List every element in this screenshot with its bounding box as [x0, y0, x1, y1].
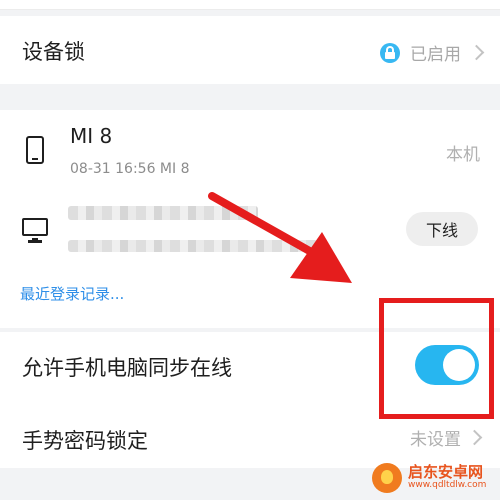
- watermark-logo-icon: [372, 463, 402, 493]
- annotation-arrow: [208, 192, 352, 283]
- watermark: 启东安卓网 www.qdltdlw.com: [372, 463, 486, 493]
- watermark-title: 启东安卓网: [408, 463, 484, 482]
- annotation-highlight-box: [379, 298, 494, 419]
- watermark-url: www.qdltdlw.com: [408, 480, 487, 491]
